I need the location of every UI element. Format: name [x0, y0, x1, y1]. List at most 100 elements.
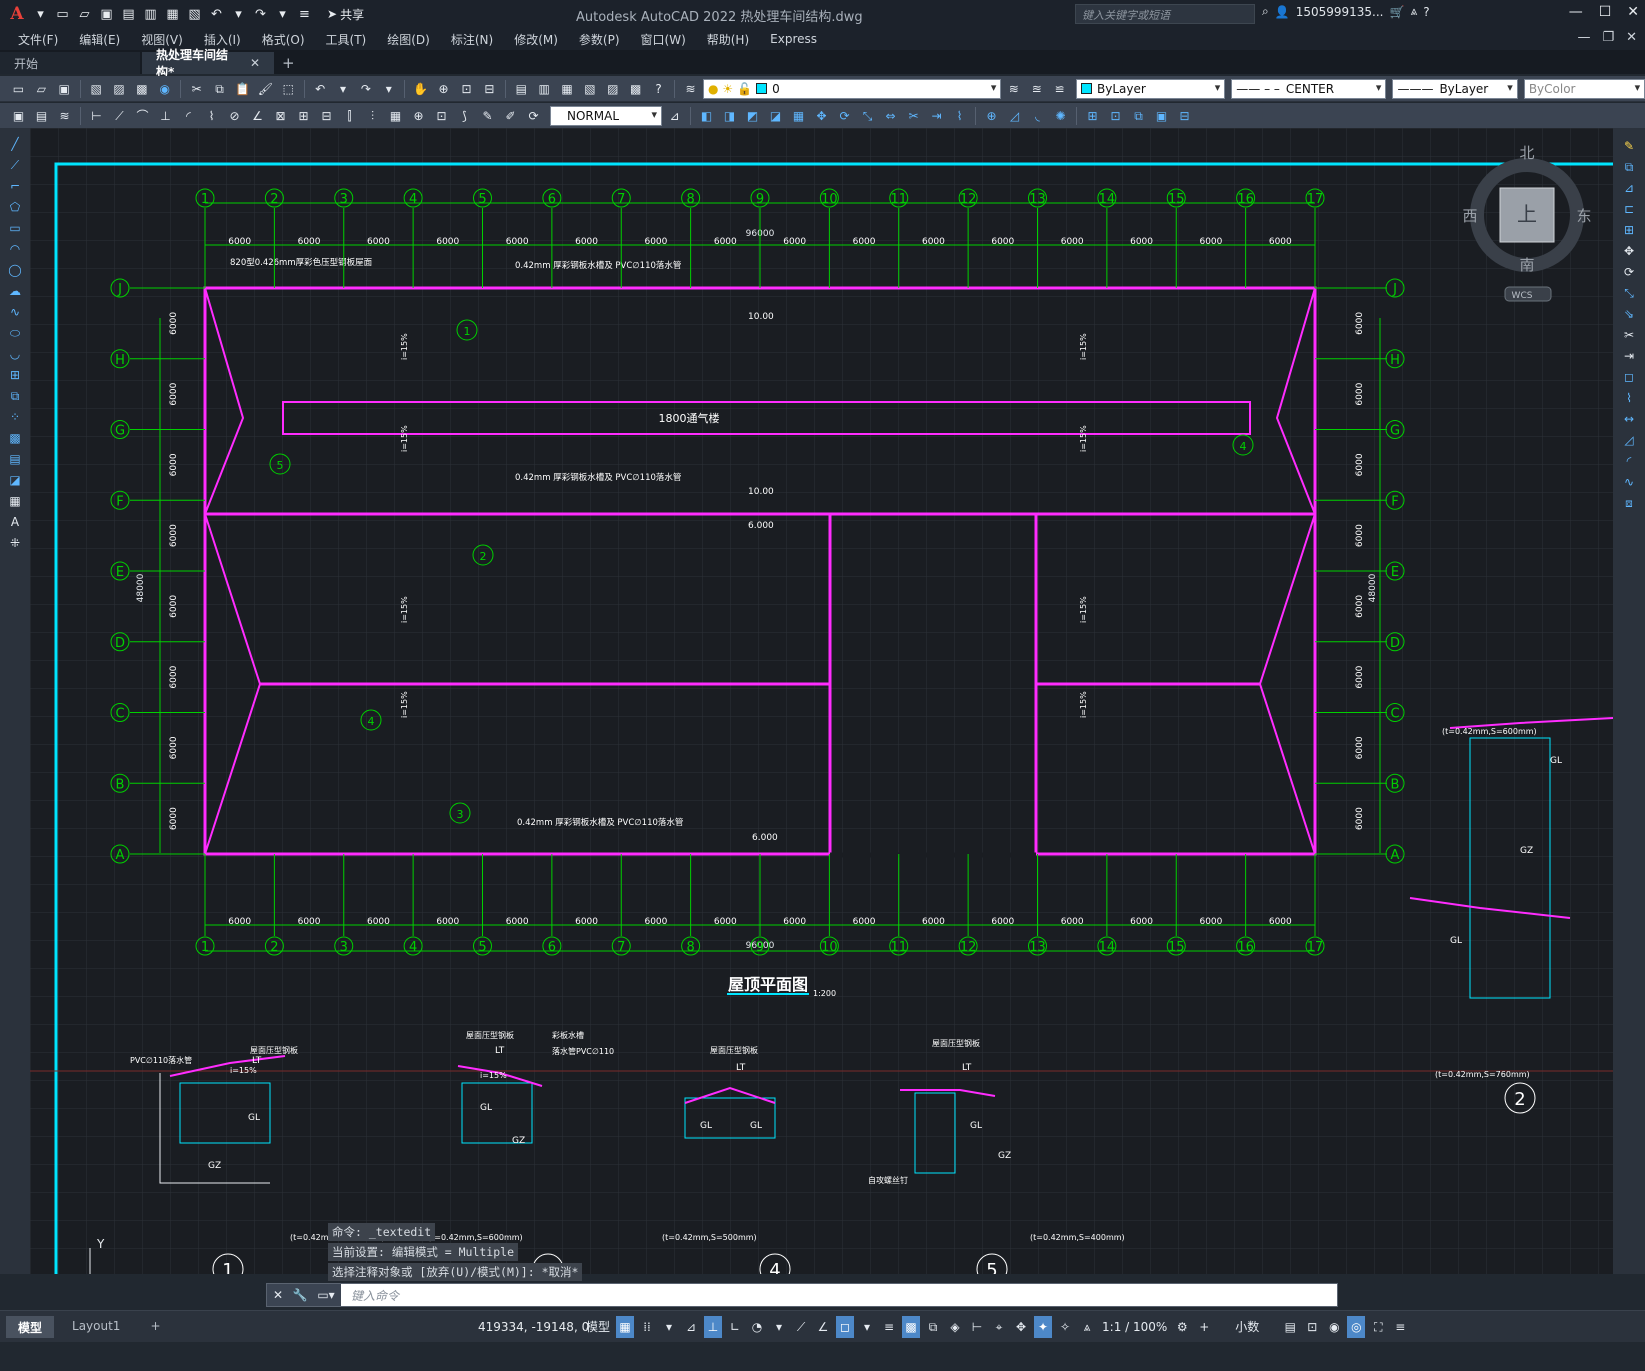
break-icon[interactable]: ⌇: [949, 106, 970, 126]
design-center-icon[interactable]: ▥: [534, 79, 555, 99]
command-input[interactable]: 键入命令: [341, 1287, 399, 1304]
object-snap-dropdown-icon[interactable]: ▾: [858, 1316, 876, 1338]
app-menu-arrow-icon[interactable]: ▾: [31, 5, 50, 24]
join-icon[interactable]: ⊕: [981, 106, 1002, 126]
sheet-set-icon[interactable]: ▧: [579, 79, 600, 99]
drawing-viewport[interactable]: 9 6000 9 6000 48000 48000 1800通气楼 0.42mm 厚…: [30, 128, 1613, 1274]
undo-icon[interactable]: ↶: [207, 5, 226, 24]
zoom-realtime-icon[interactable]: ⊕: [433, 79, 454, 99]
block-editor-icon[interactable]: ⬚: [278, 79, 299, 99]
annotation-scale-value[interactable]: 1:1 / 100%: [1100, 1316, 1169, 1338]
isolate-icon[interactable]: ▣: [1151, 106, 1172, 126]
purge-icon[interactable]: ⊟: [1174, 106, 1195, 126]
save-icon[interactable]: ▣: [97, 5, 116, 24]
layout1-tab[interactable]: Layout1: [60, 1316, 132, 1338]
help-icon[interactable]: ?: [1423, 5, 1429, 19]
extend-icon[interactable]: ⇥: [1618, 348, 1640, 365]
lineweight-icon[interactable]: ≡: [880, 1316, 898, 1338]
stretch-icon[interactable]: ⇘: [1618, 306, 1640, 323]
cart-icon[interactable]: 🛒: [1389, 5, 1404, 19]
selection-filter-icon[interactable]: ⌖: [990, 1316, 1008, 1338]
break-icon[interactable]: ⌇: [1618, 390, 1640, 407]
diameter-dimension-icon[interactable]: ⊘: [224, 106, 245, 126]
ellipse-arc-icon[interactable]: ◡: [4, 346, 26, 363]
ellipse-icon[interactable]: ⬭: [4, 325, 26, 342]
compass-west[interactable]: 西: [1462, 207, 1477, 225]
jogged-dimension-icon[interactable]: ⌇: [201, 106, 222, 126]
menu-window[interactable]: 窗口(W): [641, 31, 697, 48]
transparency-icon[interactable]: ▩: [902, 1316, 921, 1338]
auto-scale-icon[interactable]: ✧: [1056, 1316, 1074, 1338]
save-as-icon[interactable]: ▤: [119, 5, 138, 24]
plot-icon[interactable]: ▧: [86, 79, 107, 99]
open-icon[interactable]: ▱: [31, 79, 52, 99]
layer-dropdown[interactable]: ● ☀ 🔓 0: [702, 78, 1002, 99]
workspace-switch-icon[interactable]: ⚙: [1173, 1316, 1191, 1338]
move-icon[interactable]: ✥: [811, 106, 832, 126]
tolerance-icon[interactable]: ▦: [385, 106, 406, 126]
customize-command-icon[interactable]: 🔧: [289, 1284, 311, 1306]
rectangle-icon[interactable]: ▭: [4, 220, 26, 237]
redo-dropdown-icon[interactable]: ▾: [273, 5, 292, 24]
snap-icon[interactable]: ⁞⁞: [638, 1316, 656, 1338]
fillet-icon[interactable]: ◜: [1618, 453, 1640, 470]
workspace-icon[interactable]: ▣: [8, 106, 29, 126]
compass-south[interactable]: 南: [1519, 256, 1534, 274]
pan-icon[interactable]: ✋: [410, 79, 431, 99]
menu-format[interactable]: 格式(O): [262, 31, 316, 48]
layer-properties-icon[interactable]: ≋: [680, 79, 701, 99]
explode-icon[interactable]: ⧈: [1618, 495, 1640, 512]
object-snap-icon[interactable]: ◻: [836, 1316, 855, 1338]
point-icon[interactable]: ⁘: [4, 409, 26, 426]
compass-north[interactable]: 北: [1519, 144, 1534, 162]
menu-express[interactable]: Express: [770, 32, 828, 46]
menu-insert[interactable]: 插入(I): [204, 31, 252, 48]
angular-dimension-icon[interactable]: ∠: [247, 106, 268, 126]
properties-icon[interactable]: ▤: [511, 79, 532, 99]
circle-icon[interactable]: ◯: [4, 262, 26, 279]
linear-dimension-icon[interactable]: ⊢: [86, 106, 107, 126]
new-layout-icon[interactable]: +: [138, 1316, 172, 1338]
autodesk-app-icon[interactable]: ⩓: [1410, 4, 1417, 19]
blend-curves-icon[interactable]: ∿: [1618, 474, 1640, 491]
arc-length-icon[interactable]: ⌒: [132, 106, 153, 126]
coordinates-readout[interactable]: 419334, -19148, 0: [478, 1320, 589, 1334]
annotation-monitor-icon[interactable]: +: [1195, 1316, 1213, 1338]
block-insert-icon[interactable]: ⊞: [1082, 106, 1103, 126]
markup-icon[interactable]: ▨: [602, 79, 623, 99]
polygon-icon[interactable]: ⬠: [4, 199, 26, 216]
aligned-dimension-icon[interactable]: ⟋: [109, 106, 130, 126]
isolate-objects-icon[interactable]: ◉: [1325, 1316, 1343, 1338]
color-dropdown[interactable]: ByLayer: [1076, 78, 1226, 99]
infer-constraints-icon[interactable]: ⊿: [682, 1316, 700, 1338]
doc-minimize-icon[interactable]: —: [1577, 30, 1590, 45]
user-name[interactable]: 1505999135...: [1296, 5, 1384, 19]
dimension-style-icon[interactable]: ⊿: [664, 106, 685, 126]
menu-dimension[interactable]: 标注(N): [451, 31, 504, 48]
dimension-edit-icon[interactable]: ✎: [477, 106, 498, 126]
user-icon[interactable]: 👤: [1275, 5, 1290, 19]
dimension-update-icon[interactable]: ⟳: [523, 106, 544, 126]
menu-edit[interactable]: 编辑(E): [79, 31, 131, 48]
inspection-icon[interactable]: ⊡: [431, 106, 452, 126]
menu-tools[interactable]: 工具(T): [326, 31, 378, 48]
layer-state-icon[interactable]: ≌: [1049, 79, 1070, 99]
search-icon[interactable]: ⌕: [1262, 4, 1269, 19]
dynamic-ucs-icon[interactable]: ⊢: [968, 1316, 986, 1338]
publish-icon[interactable]: ▩: [131, 79, 152, 99]
layer-walk-icon[interactable]: ▤: [31, 106, 52, 126]
doc-restore-icon[interactable]: ❐: [1602, 30, 1614, 45]
share-button[interactable]: ➤ 共享: [321, 6, 370, 23]
close-icon[interactable]: ✕: [1627, 4, 1639, 20]
arc-icon[interactable]: ◠: [4, 241, 26, 258]
polar-dropdown-icon[interactable]: ▾: [770, 1316, 788, 1338]
new-tab-icon[interactable]: +: [276, 54, 305, 74]
redo-icon[interactable]: ↷: [355, 79, 376, 99]
multiline-text-icon[interactable]: A: [4, 514, 26, 531]
explode-icon[interactable]: ✺: [1050, 106, 1071, 126]
selection-cycling-icon[interactable]: ⧉: [924, 1316, 942, 1338]
add-selected-icon[interactable]: ⁜: [4, 535, 26, 552]
clean-screen-icon[interactable]: ⛶: [1369, 1316, 1387, 1338]
copy-object-icon[interactable]: ◨: [719, 106, 740, 126]
open-file-icon[interactable]: ▱: [75, 5, 94, 24]
